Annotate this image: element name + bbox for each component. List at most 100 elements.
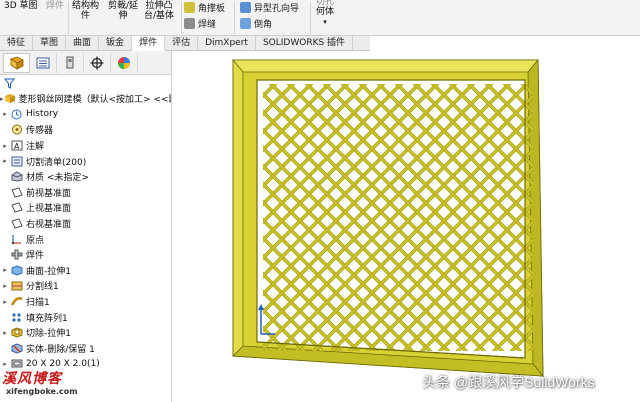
mesh-wire xyxy=(173,76,211,366)
filter-icon[interactable] xyxy=(4,78,15,89)
chevron-down-icon[interactable]: ▾ xyxy=(316,17,334,27)
tab-features[interactable]: 特征 xyxy=(0,36,34,51)
sweep-icon xyxy=(10,296,23,307)
tree-item-annotations[interactable]: ▸ A 注解 xyxy=(0,138,171,154)
tab-sheet-metal[interactable]: 钣金 xyxy=(99,36,133,51)
mesh-wire-shadow xyxy=(173,76,175,366)
history-icon xyxy=(10,109,23,120)
mesh-wire xyxy=(587,76,640,366)
frame-top-bevel xyxy=(232,59,539,73)
feature-tree-icon xyxy=(9,56,24,70)
plane-icon xyxy=(10,218,23,229)
tree-item-weldment[interactable]: 焊件 xyxy=(0,247,171,263)
tree-item-split-line[interactable]: ▸ 分割线1 xyxy=(0,278,171,294)
tree-item-sensors[interactable]: 传感器 xyxy=(0,122,171,138)
graphics-viewport[interactable] xyxy=(173,36,640,402)
structural-member-button[interactable]: 结构构 件 xyxy=(72,1,99,21)
trim-extend-button[interactable]: 剪裁/延 伸 xyxy=(108,1,138,21)
mesh-wire-shadow xyxy=(623,76,640,366)
weldment-button[interactable]: 焊件 xyxy=(46,1,64,11)
tab-sketch[interactable]: 草图 xyxy=(33,36,67,51)
mesh-wire xyxy=(173,76,175,366)
chamfer-icon xyxy=(240,18,251,29)
feature-manager-panel: ▸ 菱形钢丝网建模（默认<按加工> <<默认> ▸ History 传感器 ▸ … xyxy=(0,51,172,402)
configuration-manager-tab[interactable] xyxy=(57,52,84,73)
cut-body-label-1: 何体 xyxy=(316,7,335,17)
watermark-credit: 头条 @跟溪风学SolidWorks xyxy=(422,374,595,390)
tree-item-label: 前视基准面 xyxy=(26,188,72,199)
tab-surface[interactable]: 曲面 xyxy=(66,36,100,51)
tree-item-material[interactable]: 材质 <未指定> xyxy=(0,169,171,185)
tree-item-label: 切割清单(200) xyxy=(26,157,87,168)
gusset-label: 角撑板 xyxy=(198,4,226,14)
tree-item-label: 曲面-拉伸1 xyxy=(26,266,71,277)
ribbon-divider xyxy=(310,2,311,34)
tree-item-top-plane[interactable]: 上视基准面 xyxy=(0,200,171,216)
split-line-icon xyxy=(10,280,23,291)
3d-sketch-button[interactable]: 3D 草图 xyxy=(4,1,38,11)
display-manager-tab[interactable] xyxy=(111,52,138,73)
expand-arrow-icon[interactable]: ▸ xyxy=(0,282,10,290)
tree-item-delete-body[interactable]: 实体-删除/保留 1 xyxy=(0,341,171,357)
property-manager-tab[interactable] xyxy=(30,52,57,73)
tree-item-surface-extrude[interactable]: ▸ 曲面-拉伸1 xyxy=(0,263,171,279)
fill-pattern-icon xyxy=(10,312,23,323)
tree-item-history[interactable]: ▸ History xyxy=(0,107,171,123)
tree-filter[interactable] xyxy=(0,75,171,91)
command-ribbon: 3D 草图 焊件 结构构 件 剪裁/延 伸 拉伸凸 台/基体 角撑板 焊缝 异型… xyxy=(0,0,640,36)
expand-arrow-icon[interactable]: ▸ xyxy=(0,142,10,150)
expand-arrow-icon[interactable]: ▸ xyxy=(0,329,10,337)
configuration-icon xyxy=(66,56,74,69)
mesh-wire xyxy=(173,76,211,366)
watermark-logo: 溪风博客 xyxy=(2,371,62,387)
chamfer-button[interactable]: 倒角 xyxy=(240,16,272,31)
tree-item-fill-pattern[interactable]: 填充阵列1 xyxy=(0,309,171,325)
mesh-wire-shadow xyxy=(569,76,640,366)
tree-item-label: 材质 <未指定> xyxy=(26,173,89,184)
tree-item-label: 填充阵列1 xyxy=(26,313,68,324)
mesh-wire-shadow xyxy=(531,84,533,351)
tree-item-cut-extrude[interactable]: ▸ 切除-拉伸1 xyxy=(0,325,171,341)
tab-weldment[interactable]: 焊件 xyxy=(132,36,166,51)
hole-wizard-icon xyxy=(240,2,251,13)
tree-item-label: History xyxy=(26,109,59,120)
gusset-button[interactable]: 角撑板 xyxy=(184,0,225,15)
dimxpert-manager-tab[interactable] xyxy=(84,52,111,73)
feature-manager-tab[interactable] xyxy=(3,52,30,73)
weld-bead-button[interactable]: 焊缝 xyxy=(184,16,216,31)
svg-text:A: A xyxy=(14,142,20,151)
weldment-icon xyxy=(10,249,23,260)
cut-body-label-top: 切孔 xyxy=(316,0,335,7)
mesh-wire xyxy=(569,76,640,366)
expand-arrow-icon[interactable]: ▸ xyxy=(0,157,10,165)
mesh-wire xyxy=(623,76,640,366)
tree-item-front-plane[interactable]: 前视基准面 xyxy=(0,185,171,201)
cut-list-icon xyxy=(10,156,23,167)
tree-item-sweep[interactable]: ▸ 扫描1 xyxy=(0,294,171,310)
expand-arrow-icon[interactable]: ▸ xyxy=(0,110,10,118)
gusset-icon xyxy=(184,2,195,13)
expand-arrow-icon[interactable]: ▸ xyxy=(0,360,10,368)
mesh-frame-model[interactable] xyxy=(173,36,640,402)
structural-member-label-1: 结构构 xyxy=(72,1,100,11)
tree-item-cut-list[interactable]: ▸ 切割清单(200) xyxy=(0,153,171,169)
mesh-wire-shadow xyxy=(531,84,533,351)
ribbon-divider xyxy=(181,2,182,34)
mesh-wire-shadow xyxy=(173,76,229,366)
tree-item-right-plane[interactable]: 右视基准面 xyxy=(0,216,171,232)
expand-arrow-icon[interactable]: ▸ xyxy=(0,298,10,306)
tree-item-origin[interactable]: 原点 xyxy=(0,231,171,247)
hole-wizard-button[interactable]: 异型孔向导 xyxy=(240,0,299,15)
cut-body-button[interactable]: 切孔 何体 ▾ xyxy=(316,0,334,27)
tree-root-part[interactable]: ▸ 菱形钢丝网建模（默认<按加工> <<默认> xyxy=(0,91,171,107)
ribbon-divider xyxy=(234,2,235,34)
tree-item-label: 焊件 xyxy=(26,251,45,262)
mesh-wire-shadow xyxy=(587,76,640,366)
expand-arrow-icon[interactable]: ▸ xyxy=(0,266,10,274)
sensor-icon xyxy=(10,124,23,135)
mesh-wire xyxy=(623,76,640,366)
mesh-wire xyxy=(173,76,175,366)
tree-item-label: 传感器 xyxy=(26,126,54,137)
extrude-boss-button[interactable]: 拉伸凸 台/基体 xyxy=(144,1,174,21)
panel-toolbar xyxy=(0,51,171,75)
